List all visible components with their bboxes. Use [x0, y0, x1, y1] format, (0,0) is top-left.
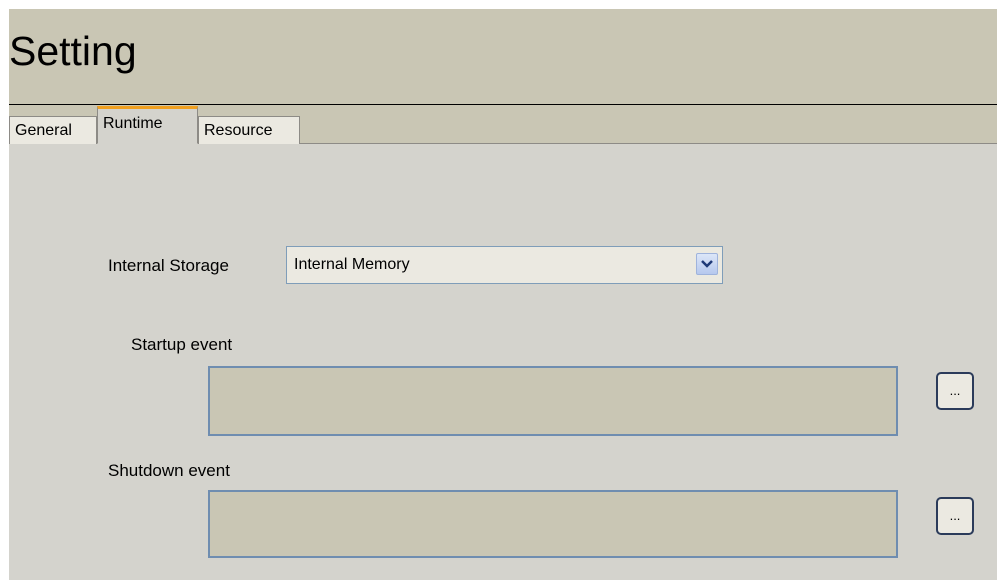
tab-general[interactable]: General [9, 116, 97, 144]
shutdown-event-browse-button[interactable]: ... [936, 497, 974, 535]
header: Setting [9, 9, 997, 105]
settings-window: Setting General Runtime Resource Interna… [9, 9, 997, 580]
startup-event-label: Startup event [131, 335, 233, 354]
startup-event-field[interactable] [208, 366, 898, 436]
internal-storage-label: Internal Storage [108, 256, 229, 275]
tab-strip: General Runtime Resource [9, 105, 997, 144]
tab-resource[interactable]: Resource [198, 116, 300, 144]
page-title: Setting [9, 28, 137, 74]
shutdown-event-label: Shutdown event [108, 461, 230, 480]
startup-event-browse-button[interactable]: ... [936, 372, 974, 410]
shutdown-event-field[interactable] [208, 490, 898, 558]
internal-storage-value: Internal Memory [294, 256, 410, 273]
tab-runtime[interactable]: Runtime [97, 106, 198, 144]
chevron-down-icon[interactable] [696, 253, 718, 275]
internal-storage-select[interactable]: Internal Memory [286, 246, 723, 284]
